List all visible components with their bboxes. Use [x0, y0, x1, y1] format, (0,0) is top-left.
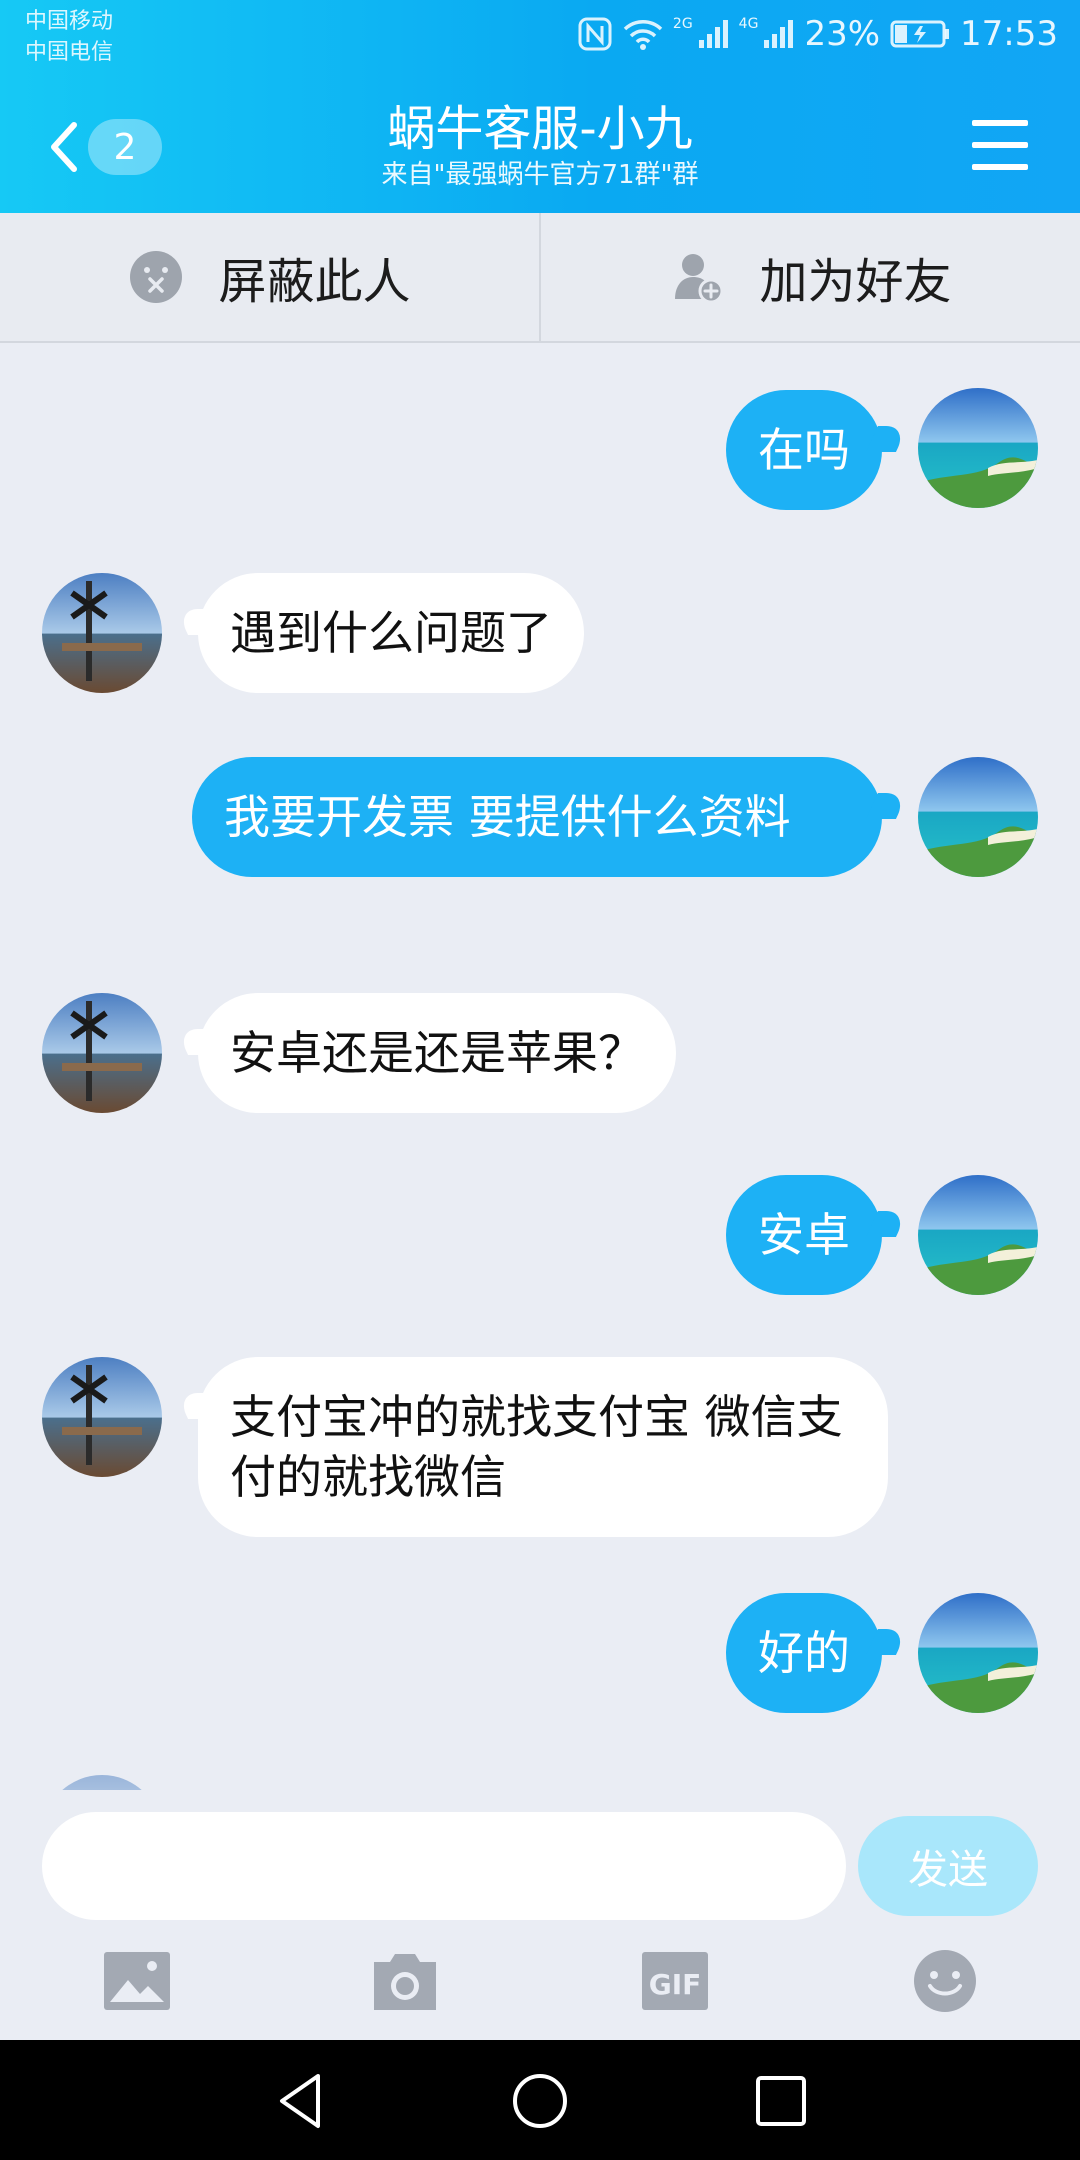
- battery-percent: 23%: [804, 14, 881, 54]
- chat-subtitle: 来自"最强蜗牛官方71群"群: [381, 160, 699, 190]
- contact-avatar[interactable]: [42, 1357, 162, 1477]
- system-nav-bar: [0, 2040, 1080, 2160]
- image-picker-icon[interactable]: [102, 1948, 172, 2014]
- svg-text:GIF: GIF: [649, 1968, 702, 2001]
- nav-home-icon[interactable]: [509, 2070, 571, 2132]
- signal-icon: [698, 20, 728, 48]
- message-bubble-sent[interactable]: 在吗: [726, 390, 882, 510]
- clock: 17:53: [960, 14, 1058, 54]
- nav-recents-icon[interactable]: [750, 2070, 812, 2132]
- block-user-label: 屏蔽此人: [218, 254, 411, 310]
- action-bar: 屏蔽此人 加为好友: [0, 213, 1080, 343]
- contact-avatar[interactable]: [42, 573, 162, 693]
- message-input[interactable]: [42, 1812, 846, 1920]
- add-friend-icon: [675, 254, 724, 304]
- my-avatar[interactable]: [918, 1175, 1038, 1295]
- my-avatar[interactable]: [918, 757, 1038, 877]
- message-bubble-sent[interactable]: 我要开发票 要提供什么资料: [192, 757, 882, 877]
- carrier-1: 中国移动: [25, 9, 114, 34]
- block-face-icon: [130, 251, 183, 303]
- back-button[interactable]: 2: [44, 112, 174, 182]
- message-bubble-sent[interactable]: 好的: [726, 1593, 882, 1713]
- carrier-info: 中国移动 中国电信: [25, 6, 113, 68]
- input-bar: 发送 GIF: [0, 1790, 1080, 2040]
- wifi-icon: [623, 20, 663, 50]
- emoji-icon[interactable]: [910, 1948, 980, 2014]
- network-type-2: 4G: [738, 16, 759, 32]
- battery-icon: [890, 20, 950, 48]
- my-avatar[interactable]: [918, 388, 1038, 508]
- signal-icon-2: [764, 20, 794, 48]
- nfc-icon: [578, 17, 612, 51]
- message-list[interactable]: 在吗 遇到什么问题了 我要开发票 要提供什么资料 安卓还是还是苹果？ 安卓 支付…: [0, 345, 1080, 1790]
- add-friend-label: 加为好友: [759, 254, 952, 310]
- block-user-button[interactable]: 屏蔽此人: [0, 213, 539, 341]
- status-bar: 中国移动 中国电信 2G 4G 23% 17:53: [0, 0, 1080, 70]
- message-bubble-received[interactable]: 遇到什么问题了: [198, 573, 584, 693]
- contact-avatar-partial: [42, 1775, 162, 1790]
- nav-back-icon[interactable]: [270, 2070, 332, 2132]
- status-indicators: 2G 4G 23% 17:53: [577, 14, 1058, 54]
- chat-title: 蜗牛客服-小九: [387, 101, 693, 157]
- carrier-2: 中国电信: [25, 40, 114, 65]
- my-avatar[interactable]: [918, 1593, 1038, 1713]
- hamburger-icon: [972, 120, 1028, 126]
- network-type-1: 2G: [672, 16, 693, 32]
- unread-count-badge: 2: [88, 119, 162, 175]
- message-bubble-received[interactable]: 支付宝冲的就找支付宝 微信支付的就找微信: [198, 1357, 888, 1537]
- chat-title-area[interactable]: 蜗牛客服-小九 来自"最强蜗牛官方71群"群: [240, 100, 840, 192]
- gif-icon[interactable]: GIF: [640, 1948, 710, 2014]
- camera-icon[interactable]: [370, 1948, 440, 2014]
- chat-header: 中国移动 中国电信 2G 4G 23% 17:53 2 蜗牛客服-小九 来自"最…: [0, 0, 1080, 213]
- chevron-left-icon: [51, 122, 77, 172]
- contact-avatar[interactable]: [42, 993, 162, 1113]
- message-bubble-sent[interactable]: 安卓: [726, 1175, 882, 1295]
- message-bubble-received[interactable]: 安卓还是还是苹果？: [198, 993, 676, 1113]
- send-button[interactable]: 发送: [858, 1816, 1038, 1916]
- menu-button[interactable]: [972, 120, 1028, 170]
- add-friend-button[interactable]: 加为好友: [539, 213, 1080, 341]
